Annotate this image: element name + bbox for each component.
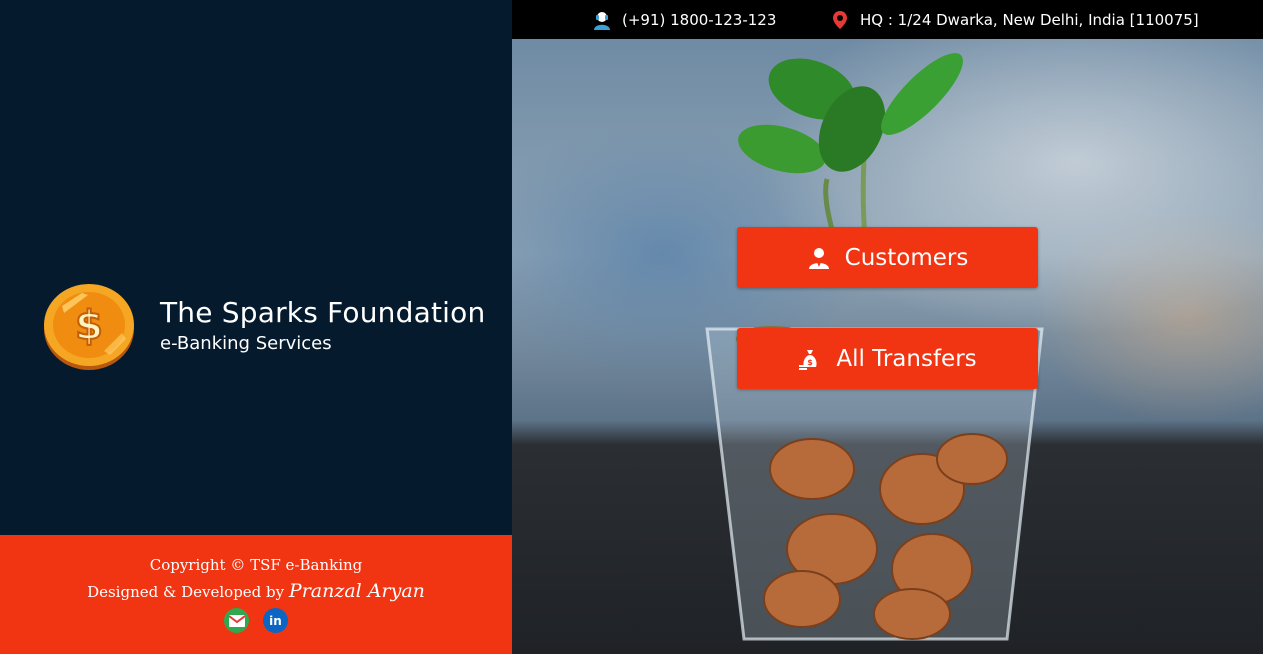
developer-name: Pranzal Aryan: [288, 580, 425, 602]
brand: $ The Sparks Foundation e-Banking Servic…: [42, 281, 485, 371]
designed-by-label: Designed & Developed by: [87, 583, 285, 601]
linkedin-icon[interactable]: in: [263, 608, 288, 633]
svg-text:$: $: [75, 303, 103, 349]
location-pin-icon: [833, 10, 847, 29]
hq-address: HQ : 1/24 Dwarka, New Delhi, India [1100…: [860, 10, 1199, 29]
customer-icon: [808, 247, 829, 269]
phone-number: (+91) 1800-123-123: [622, 10, 777, 29]
customers-label: Customers: [844, 244, 969, 271]
top-contact-bar: (+91) 1800-123-123 HQ : 1/24 Dwarka, New…: [512, 0, 1263, 39]
customers-button[interactable]: Customers: [737, 227, 1038, 288]
sidebar-panel: $ The Sparks Foundation e-Banking Servic…: [0, 0, 512, 654]
contact-address: HQ : 1/24 Dwarka, New Delhi, India [1100…: [830, 0, 1199, 39]
user-support-icon: [594, 11, 610, 30]
all-transfers-label: All Transfers: [836, 345, 977, 372]
footer: Copyright © TSF e-Banking Designed & Dev…: [0, 535, 512, 654]
brand-title: The Sparks Foundation: [160, 296, 486, 330]
svg-text:$: $: [808, 358, 814, 367]
gmail-icon[interactable]: [224, 608, 249, 633]
brand-subtitle: e-Banking Services: [160, 332, 332, 354]
all-transfers-button[interactable]: $ All Transfers: [737, 328, 1038, 389]
dollar-coin-icon: $: [44, 284, 134, 370]
money-bag-icon: $: [799, 349, 817, 370]
copyright-text: Copyright © TSF e-Banking: [149, 556, 363, 574]
social-links: in: [0, 608, 512, 633]
contact-phone: (+91) 1800-123-123: [592, 0, 776, 39]
credits-text: Designed & Developed by Pranzal Aryan: [0, 580, 512, 602]
